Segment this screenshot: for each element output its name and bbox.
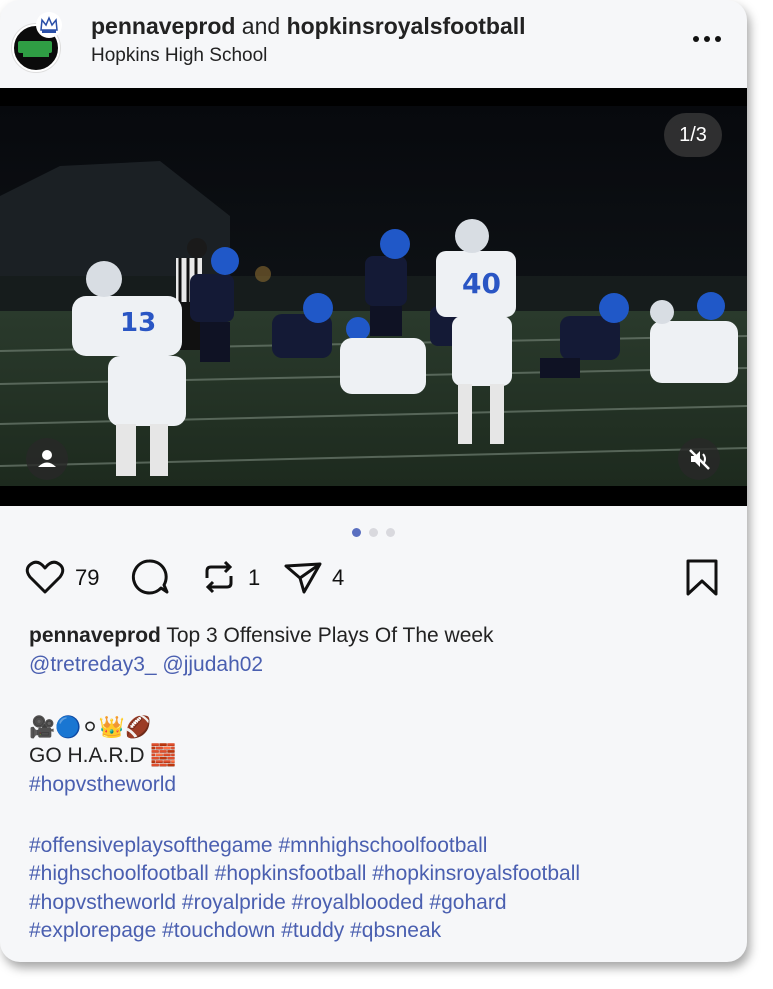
caption-username[interactable]: pennaveprod [29, 624, 161, 647]
repost-button[interactable] [198, 556, 240, 604]
heart-icon [25, 560, 65, 594]
share-button[interactable] [282, 556, 324, 604]
caption-motto: GO H.A.R.D 🧱 [29, 744, 177, 767]
repost-count: 1 [248, 565, 261, 590]
comment-button[interactable] [128, 556, 170, 604]
authors-joiner: and [235, 13, 287, 39]
like-button[interactable] [24, 556, 66, 604]
author-link-1[interactable]: pennaveprod [91, 13, 235, 39]
caption-emoji-line: 🎥🔵⚪👑🏈 [29, 715, 152, 739]
video-frame: 40 13 [0, 106, 747, 486]
location-link[interactable]: Hopkins High School [91, 45, 267, 67]
post-card: pennaveprod and hopkinsroyalsfootball Ho… [0, 0, 747, 962]
post-header: pennaveprod and hopkinsroyalsfootball Ho… [0, 0, 747, 88]
hashtags-line-4[interactable]: #explorepage #touchdown #tuddy #qbsneak [29, 919, 441, 942]
carousel-counter: 1/3 [664, 113, 722, 157]
save-button[interactable] [682, 556, 722, 604]
tagged-users-button[interactable] [26, 438, 68, 480]
mute-button[interactable] [678, 438, 720, 480]
share-count: 4 [332, 565, 345, 590]
hashtags-line-1[interactable]: #offensiveplaysofthegame #mnhighschoolfo… [29, 834, 487, 857]
hashtags-line-3[interactable]: #hopvstheworld #royalpride #royalblooded… [29, 891, 507, 914]
carousel-dot-2[interactable] [369, 528, 378, 537]
action-bar: 79 1 4 [0, 556, 747, 604]
caption-text: Top 3 Offensive Plays Of The week [166, 624, 494, 647]
avatar-logo [18, 41, 52, 53]
post-caption: pennaveprod Top 3 Offensive Plays Of The… [29, 622, 729, 946]
post-authors: pennaveprod and hopkinsroyalsfootball [91, 13, 526, 40]
more-options-icon[interactable] [693, 36, 723, 44]
avatar-logo-bar [23, 53, 49, 57]
send-icon [284, 562, 322, 594]
hashtag-hopvstheworld[interactable]: #hopvstheworld [29, 773, 176, 796]
caption-mentions[interactable]: @tretreday3_ @jjudah02 [29, 653, 263, 676]
crown-avatar[interactable] [36, 12, 62, 38]
svg-text:13: 13 [120, 308, 156, 338]
svg-text:40: 40 [462, 267, 501, 300]
repost-icon [205, 560, 233, 594]
carousel-dot-3[interactable] [386, 528, 395, 537]
author-link-2[interactable]: hopkinsroyalsfootball [287, 13, 526, 39]
like-count[interactable]: 79 [75, 565, 99, 591]
hashtags-line-2[interactable]: #highschoolfootball #hopkinsfootball #ho… [29, 862, 580, 885]
comment-icon [131, 559, 169, 595]
bookmark-icon [686, 559, 718, 596]
crown-icon [40, 16, 58, 33]
carousel-dot-1[interactable] [352, 528, 361, 537]
user-icon [38, 450, 56, 467]
speaker-muted-icon [689, 449, 710, 470]
carousel-indicator [352, 528, 396, 538]
post-media[interactable]: 40 13 [0, 88, 747, 506]
